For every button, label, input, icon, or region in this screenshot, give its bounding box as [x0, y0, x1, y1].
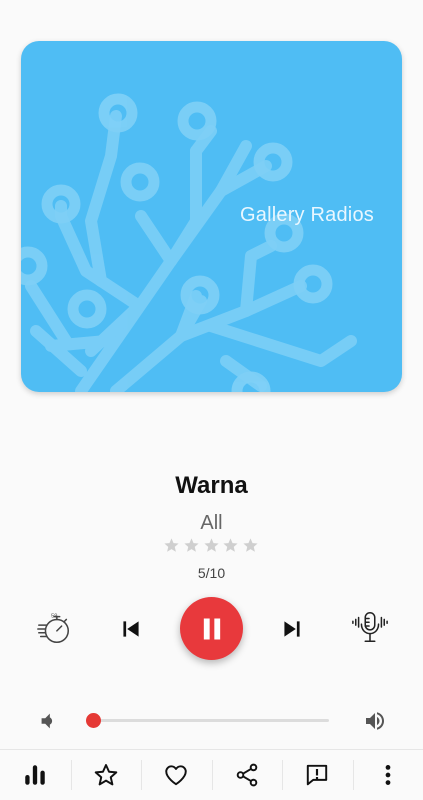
player-screen: Gallery Radios Warna All 5/10 59: [0, 0, 423, 800]
sleep-timer-icon: 59: [37, 614, 70, 644]
star-empty-icon[interactable]: [183, 537, 200, 554]
pause-icon: [203, 618, 220, 639]
next-button[interactable]: [275, 612, 309, 646]
equalizer-icon: [25, 765, 45, 785]
voice-search-button[interactable]: [349, 606, 391, 648]
star-empty-icon[interactable]: [222, 537, 239, 554]
volume-down-icon[interactable]: [37, 710, 59, 732]
star-empty-icon[interactable]: [242, 537, 259, 554]
sleep-timer-button[interactable]: 59: [33, 607, 75, 649]
equalizer-button[interactable]: [0, 750, 71, 800]
station-artwork: Gallery Radios: [21, 41, 402, 392]
star-empty-icon[interactable]: [163, 537, 180, 554]
artwork-label: Gallery Radios: [240, 204, 374, 226]
share-button[interactable]: [211, 750, 283, 800]
star-icon: [94, 764, 118, 786]
heart-icon: [165, 765, 187, 786]
volume-slider[interactable]: [86, 713, 329, 728]
share-icon: [236, 763, 258, 787]
star-empty-icon[interactable]: [203, 537, 220, 554]
station-position: 5/10: [197, 565, 226, 581]
skip-previous-icon: [123, 621, 139, 637]
more-options-button[interactable]: [352, 750, 423, 800]
bottom-action-bar: [0, 749, 423, 800]
like-button[interactable]: [141, 750, 212, 800]
volume-up-icon[interactable]: [363, 709, 387, 733]
svg-text:59: 59: [51, 614, 57, 620]
skip-next-icon: [284, 621, 300, 637]
more-vert-icon: [385, 765, 391, 785]
station-genre: All: [200, 512, 223, 534]
volume-thumb[interactable]: [86, 713, 101, 728]
report-button[interactable]: [282, 750, 353, 800]
microphone-icon: [352, 611, 388, 643]
rating-stars[interactable]: [163, 537, 259, 555]
previous-button[interactable]: [114, 612, 148, 646]
play-pause-button[interactable]: [180, 597, 243, 660]
report-icon: [307, 764, 328, 786]
station-name: Warna: [175, 472, 248, 499]
favorite-star-button[interactable]: [70, 750, 142, 800]
